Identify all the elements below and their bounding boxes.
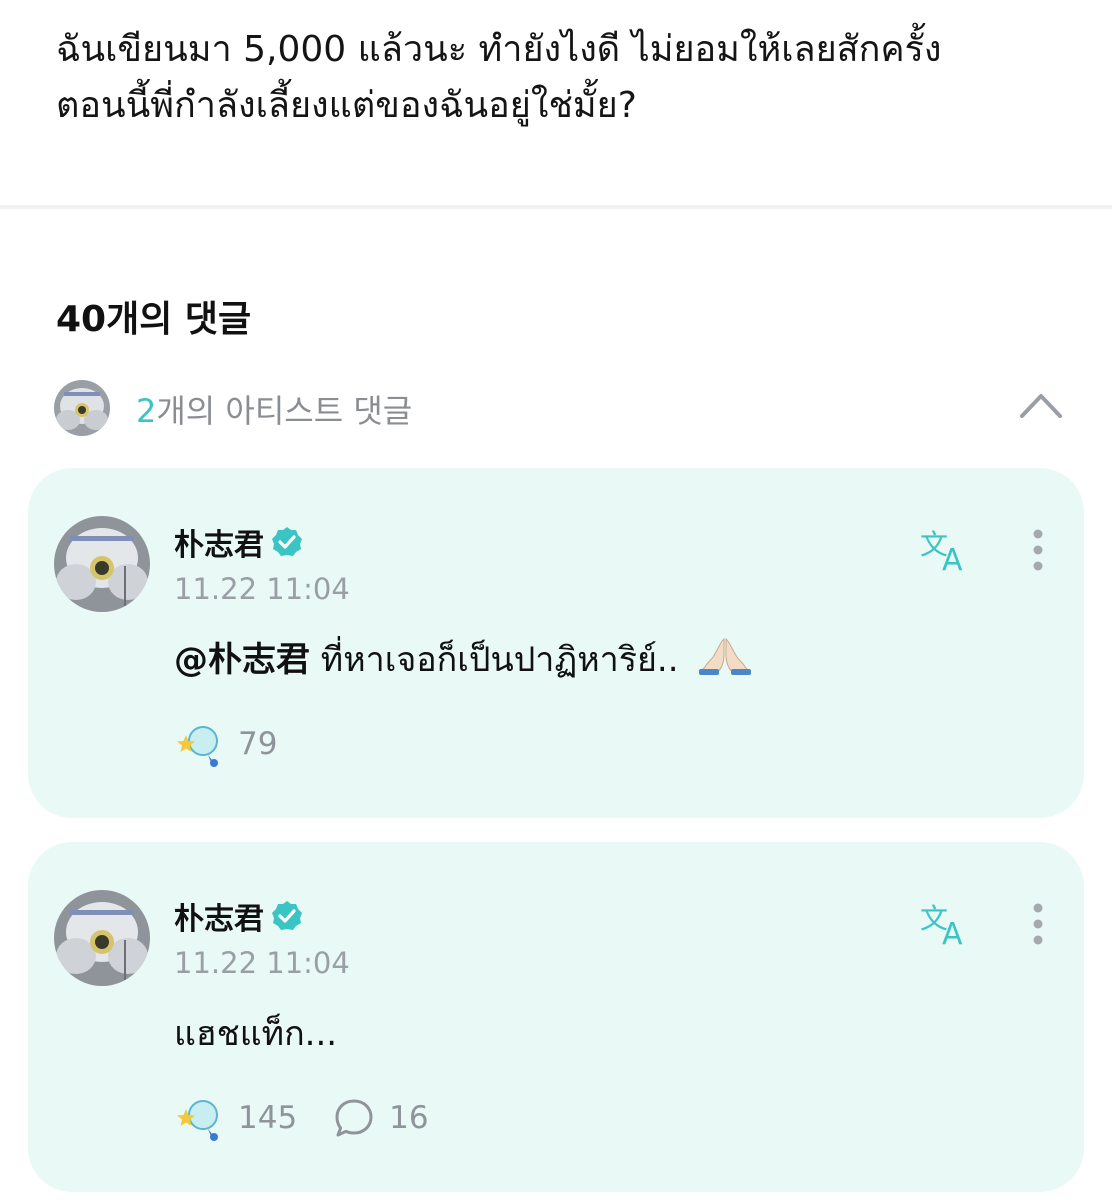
author-row: 朴志君 bbox=[174, 894, 304, 938]
artist-comments-count: 2 bbox=[136, 392, 157, 430]
comment-text: ที่หาเจอก็เป็นปาฏิหาริย์.. bbox=[310, 640, 690, 680]
chevron-up-icon[interactable] bbox=[1018, 388, 1064, 422]
author-name[interactable]: 朴志君 bbox=[174, 894, 264, 938]
cheer-count: 145 bbox=[238, 1100, 298, 1136]
cheer-icon[interactable] bbox=[174, 721, 224, 767]
comment-body: แฮชแท็ก... bbox=[174, 1006, 337, 1060]
section-divider bbox=[0, 205, 1112, 209]
svg-text:A: A bbox=[942, 543, 963, 574]
author-row: 朴志君 bbox=[174, 520, 304, 564]
comment-timestamp: 11.22 11:04 bbox=[174, 572, 350, 606]
comment-body: @朴志君 ที่หาเจอก็เป็นปาฏิหาริย์.. bbox=[174, 632, 753, 686]
artist-comments-toggle[interactable]: 2개의 아티스트 댓글 bbox=[54, 378, 1064, 438]
folded-hands-emoji bbox=[699, 638, 752, 675]
artist-comments-label-suffix: 개의 아티스트 댓글 bbox=[156, 392, 413, 430]
comments-count-title: 40개의 댓글 bbox=[56, 299, 252, 340]
artist-comments-label: 2개의 아티스트 댓글 bbox=[136, 386, 412, 432]
verified-badge-icon bbox=[272, 527, 302, 556]
translate-icon[interactable]: 文 A bbox=[918, 524, 976, 574]
reply-icon[interactable] bbox=[333, 1097, 375, 1139]
reaction-row: 79 bbox=[174, 720, 277, 768]
artist-comment-card: 朴志君 11.22 11:04 แฮชแท็ก... 文 A 145 16 bbox=[28, 842, 1084, 1192]
post-text-line-2: ตอนนี้พี่กำลังเลี้ยงแต่ของฉันอยู่ใช่มั้ย… bbox=[56, 85, 637, 126]
cheer-count: 79 bbox=[238, 726, 278, 762]
more-vertical-icon[interactable] bbox=[1024, 526, 1052, 574]
comment-text: แฮชแท็ก... bbox=[174, 1014, 338, 1054]
more-vertical-icon[interactable] bbox=[1024, 900, 1052, 948]
cheer-icon[interactable] bbox=[174, 1095, 224, 1141]
comment-mention[interactable]: @朴志君 bbox=[174, 640, 310, 680]
avatar[interactable] bbox=[54, 516, 150, 612]
verified-badge-icon bbox=[272, 901, 302, 930]
translate-icon[interactable]: 文 A bbox=[918, 898, 976, 948]
artist-comment-card: 朴志君 11.22 11:04 @朴志君 ที่หาเจอก็เป็นปาฏิห… bbox=[28, 468, 1084, 818]
reaction-row: 145 16 bbox=[174, 1094, 429, 1142]
artist-avatar bbox=[54, 380, 110, 436]
reply-count: 16 bbox=[389, 1100, 429, 1136]
post-text: ฉันเขียนมา 5,000 แล้วนะ ทำยังไงดี ไม่ยอม… bbox=[56, 22, 1076, 134]
avatar[interactable] bbox=[54, 890, 150, 986]
svg-text:A: A bbox=[942, 917, 963, 948]
comment-timestamp: 11.22 11:04 bbox=[174, 946, 350, 980]
post-text-line-1: ฉันเขียนมา 5,000 แล้วนะ ทำยังไงดี ไม่ยอม… bbox=[56, 29, 942, 70]
author-name[interactable]: 朴志君 bbox=[174, 520, 264, 564]
